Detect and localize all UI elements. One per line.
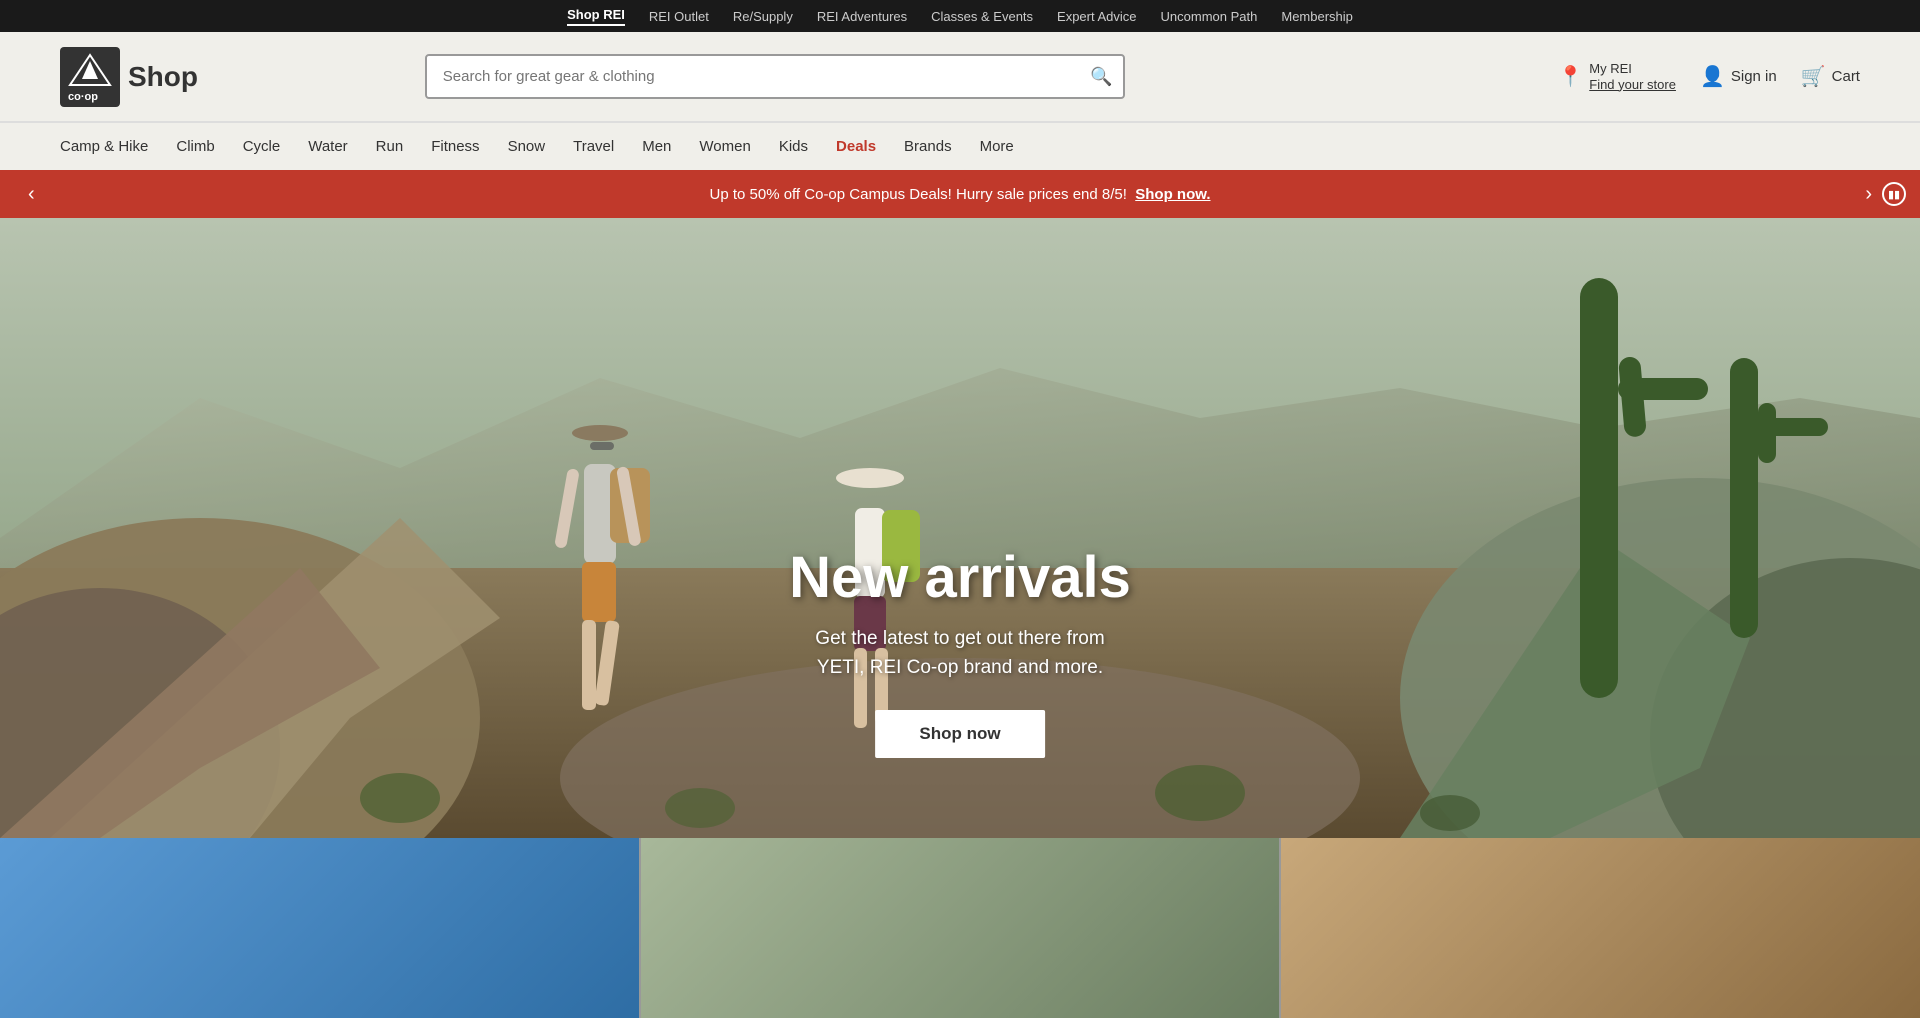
top-nav-item-membership[interactable]: Membership <box>1281 9 1353 24</box>
top-nav-item-rei-outlet[interactable]: REI Outlet <box>649 9 709 24</box>
cart-button[interactable]: 🛒 Cart <box>1801 64 1860 89</box>
store-finder[interactable]: 📍 My REI Find your store <box>1558 61 1676 92</box>
main-nav-item-cycle[interactable]: Cycle <box>243 134 281 159</box>
user-icon: 👤 <box>1700 64 1725 89</box>
thumbnail-1[interactable] <box>0 838 641 1018</box>
banner-pause-button[interactable]: ▮▮ <box>1882 182 1906 206</box>
main-nav-item-travel[interactable]: Travel <box>573 134 614 159</box>
hero-shop-now-button[interactable]: Shop now <box>875 710 1044 758</box>
banner-prev-button[interactable]: ‹ <box>20 179 43 210</box>
find-store-label[interactable]: Find your store <box>1589 77 1676 93</box>
hero-section: New arrivals Get the latest to get out t… <box>0 218 1920 838</box>
top-nav-item-expert-advice[interactable]: Expert Advice <box>1057 9 1137 24</box>
banner-next-button[interactable]: › <box>1857 179 1880 210</box>
store-finder-text: My REI Find your store <box>1589 61 1676 92</box>
hero-content: New arrivals Get the latest to get out t… <box>789 544 1131 758</box>
main-nav-item-deals[interactable]: Deals <box>836 134 876 159</box>
hero-subtitle: Get the latest to get out there fromYETI… <box>789 625 1131 682</box>
main-nav-item-climb[interactable]: Climb <box>176 134 214 159</box>
cart-label: Cart <box>1832 68 1860 85</box>
promo-text: Up to 50% off Co-op Campus Deals! Hurry … <box>709 186 1126 203</box>
search-bar-container: 🔍 <box>425 54 1125 99</box>
promo-banner: ‹ Up to 50% off Co-op Campus Deals! Hurr… <box>0 170 1920 218</box>
main-nav-item-men[interactable]: Men <box>642 134 671 159</box>
main-nav-item-brands[interactable]: Brands <box>904 134 952 159</box>
shop-label: Shop <box>128 61 198 93</box>
main-nav-item-snow[interactable]: Snow <box>508 134 546 159</box>
main-nav-item-fitness[interactable]: Fitness <box>431 134 479 159</box>
top-nav-item-shop-rei[interactable]: Shop REI <box>567 7 625 26</box>
location-pin-icon: 📍 <box>1558 64 1583 89</box>
thumbnail-2[interactable] <box>641 838 1282 1018</box>
product-thumbnails <box>0 838 1920 1018</box>
logo-area[interactable]: co·op Shop <box>60 47 198 107</box>
search-button[interactable]: 🔍 <box>1090 66 1112 87</box>
cart-icon: 🛒 <box>1801 64 1826 89</box>
thumbnail-3[interactable] <box>1281 838 1920 1018</box>
site-header: co·op Shop 🔍 📍 My REI Find your store 👤 … <box>0 32 1920 122</box>
main-nav-item-run[interactable]: Run <box>376 134 404 159</box>
rei-logo-icon: co·op <box>60 47 120 107</box>
search-icon: 🔍 <box>1090 66 1112 86</box>
promo-link[interactable]: Shop now. <box>1135 186 1210 203</box>
main-nav-item-water[interactable]: Water <box>308 134 347 159</box>
main-nav-item-women[interactable]: Women <box>699 134 750 159</box>
chevron-right-icon: › <box>1865 183 1872 205</box>
myrei-label: My REI <box>1589 61 1676 77</box>
svg-text:co·op: co·op <box>68 91 98 103</box>
sign-in-button[interactable]: 👤 Sign in <box>1700 64 1777 89</box>
top-nav-item-uncommon-path[interactable]: Uncommon Path <box>1161 9 1258 24</box>
main-navigation: Camp & Hike Climb Cycle Water Run Fitness Snow… <box>0 122 1920 170</box>
top-navigation: Shop REI REI Outlet Re/Supply REI Adventure… <box>0 0 1920 32</box>
hero-title: New arrivals <box>789 544 1131 611</box>
top-nav-item-classes-events[interactable]: Classes & Events <box>931 9 1033 24</box>
top-nav-item-rei-adventures[interactable]: REI Adventures <box>817 9 907 24</box>
header-actions: 📍 My REI Find your store 👤 Sign in 🛒 Car… <box>1558 61 1860 92</box>
promo-banner-text: Up to 50% off Co-op Campus Deals! Hurry … <box>709 186 1210 203</box>
chevron-left-icon: ‹ <box>28 183 35 205</box>
main-nav-item-kids[interactable]: Kids <box>779 134 808 159</box>
sign-in-label: Sign in <box>1731 68 1777 85</box>
main-nav-item-camp-hike[interactable]: Camp & Hike <box>60 134 148 159</box>
top-nav-item-resupply[interactable]: Re/Supply <box>733 9 793 24</box>
search-input[interactable] <box>425 54 1125 99</box>
main-nav-item-more[interactable]: More <box>980 134 1014 159</box>
pause-icon: ▮▮ <box>1888 188 1900 201</box>
